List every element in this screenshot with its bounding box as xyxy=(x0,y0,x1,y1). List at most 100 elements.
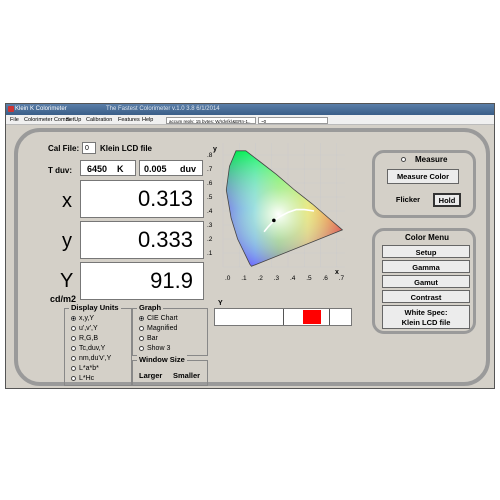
hold-button[interactable]: Hold xyxy=(433,193,461,207)
radio-icon xyxy=(139,345,144,351)
window-size-title: Window Size xyxy=(137,355,187,364)
title-bar: Klein K Colorimeter The Fastest Colorime… xyxy=(6,104,494,115)
y-reading: 0.333 xyxy=(80,221,204,259)
status-value: ~0 xyxy=(258,117,328,124)
radio-icon xyxy=(71,345,76,351)
menu-colorimeter-comm[interactable]: Colorimeter Comm xyxy=(24,115,70,125)
setup-button[interactable]: Setup xyxy=(382,245,470,258)
flicker-button[interactable]: Flicker xyxy=(387,193,429,207)
measure-title: Measure xyxy=(415,155,448,164)
radio-icon xyxy=(71,375,76,381)
x-tick-label: .1 xyxy=(241,275,247,282)
graph-option-magnified[interactable]: Magnified xyxy=(139,325,177,332)
radio-selected-icon xyxy=(139,315,144,321)
radio-icon xyxy=(401,156,406,162)
y-tick-label: .6 xyxy=(207,180,213,187)
bar-label: Y xyxy=(218,300,223,307)
graph-group: Graph CIE Chart Magnified Bar Show 3 xyxy=(132,303,208,356)
graph-title: Graph xyxy=(137,303,164,312)
radio-selected-icon xyxy=(71,315,76,321)
radio-icon xyxy=(139,335,144,341)
radio-icon xyxy=(71,325,76,331)
unit-option-lab[interactable]: L*a*b* xyxy=(71,365,99,372)
y-tick-label: .8 xyxy=(207,152,213,159)
radio-icon xyxy=(71,335,76,341)
display-units-title: Display Units xyxy=(69,303,121,312)
white-spec-button[interactable]: White Spec: Klein LCD file xyxy=(382,305,470,329)
cie-locus-outline xyxy=(225,150,344,267)
graph-option-bar[interactable]: Bar xyxy=(139,335,158,342)
x-tick-label: .0 xyxy=(225,275,231,282)
measure-panel: Measure Measure Color Flicker Hold xyxy=(372,150,476,218)
x-tick-label: .7 xyxy=(339,275,345,282)
menu-help[interactable]: Help xyxy=(142,115,153,125)
x-label: x xyxy=(62,190,72,212)
temperature-unit: K xyxy=(117,164,124,174)
duv-unit: duv xyxy=(180,164,197,174)
unit-option-rgb[interactable]: R,G,B xyxy=(71,335,98,342)
temperature-display: 6450 K xyxy=(80,160,136,176)
spectral-locus xyxy=(225,150,344,267)
bar-midline xyxy=(283,309,284,325)
y-tick-label: .4 xyxy=(207,208,213,215)
white-spec-line1: White Spec: xyxy=(404,308,448,317)
y-tick-label: .2 xyxy=(207,236,213,243)
window-subtitle: The Fastest Colorimeter v.1.0 3.8 6/1/20… xyxy=(106,106,220,112)
window-size-group: Window Size Larger Smaller xyxy=(132,355,208,386)
color-menu-panel: Color Menu Setup Gamma Gamut Contrast Wh… xyxy=(372,228,476,334)
bar-indicator xyxy=(303,310,321,324)
x-axis-label: x xyxy=(335,269,339,276)
y-tick-label: .1 xyxy=(207,250,213,257)
y-tick-label: .7 xyxy=(207,166,213,173)
measure-color-button[interactable]: Measure Color xyxy=(387,169,459,184)
duv-value: 0.005 xyxy=(144,164,167,174)
unit-option-xyY[interactable]: x,y,Y xyxy=(71,315,94,322)
x-tick-label: .5 xyxy=(306,275,312,282)
luminance-reading: 91.9 xyxy=(80,262,204,300)
unit-option-uvY[interactable]: u',v',Y xyxy=(71,325,98,332)
unit-option-nm[interactable]: nm,du'v',Y xyxy=(71,355,111,362)
gamut-button[interactable]: Gamut xyxy=(382,275,470,288)
measure-toggle[interactable] xyxy=(401,156,409,163)
white-spec-line2: Klein LCD file xyxy=(401,318,451,327)
cal-file-name: Klein LCD file xyxy=(100,144,153,153)
x-reading: 0.313 xyxy=(80,180,204,218)
radio-icon xyxy=(71,365,76,371)
y-axis-label: y xyxy=(213,146,217,153)
menu-features[interactable]: Features xyxy=(118,115,140,125)
luminance-bar xyxy=(214,308,352,326)
status-reply: accum reply: 15 bytes: W/rdy(k)&ERn-1.. xyxy=(166,117,256,124)
larger-button[interactable]: Larger xyxy=(139,371,162,380)
bar-tick xyxy=(329,309,330,325)
x-tick-label: .6 xyxy=(323,275,329,282)
luminance-label: Y xyxy=(60,270,74,292)
duv-display: 0.005 duv xyxy=(139,160,203,176)
radio-icon xyxy=(139,325,144,331)
unit-option-tcduvY[interactable]: Tc,duv,Y xyxy=(71,345,105,352)
y-label: y xyxy=(62,230,72,252)
x-tick-label: .4 xyxy=(290,275,296,282)
x-tick-label: .3 xyxy=(274,275,280,282)
cal-file-number[interactable]: 0 xyxy=(82,142,96,154)
cie-chart: .1 .2 .3 .4 .5 .6 .7 .8 .0 .1 .2 .3 .4 .5 .6 .7 y x xyxy=(207,143,345,282)
graph-option-cie[interactable]: CIE Chart xyxy=(139,315,178,322)
measured-point xyxy=(272,218,276,223)
unit-option-lhc[interactable]: L*Hc xyxy=(71,375,94,382)
smaller-button[interactable]: Smaller xyxy=(173,371,200,380)
window-title: Klein K Colorimeter xyxy=(15,106,67,112)
menu-calibration[interactable]: Calibration xyxy=(86,115,112,125)
cal-file-label: Cal File: xyxy=(48,144,80,153)
x-tick-label: .2 xyxy=(258,275,264,282)
app-icon xyxy=(8,106,14,112)
gamma-button[interactable]: Gamma xyxy=(382,260,470,273)
temperature-value: 6450 xyxy=(87,164,108,174)
radio-icon xyxy=(71,355,76,361)
color-menu-title: Color Menu xyxy=(405,233,449,242)
graph-option-show3[interactable]: Show 3 xyxy=(139,345,170,352)
menu-file[interactable]: File xyxy=(10,115,19,125)
display-units-group: Display Units x,y,Y u',v',Y R,G,B Tc,duv… xyxy=(64,303,132,386)
contrast-button[interactable]: Contrast xyxy=(382,290,470,303)
y-tick-label: .3 xyxy=(207,222,213,229)
y-tick-label: .5 xyxy=(207,194,213,201)
menu-setup[interactable]: SetUp xyxy=(66,115,81,125)
